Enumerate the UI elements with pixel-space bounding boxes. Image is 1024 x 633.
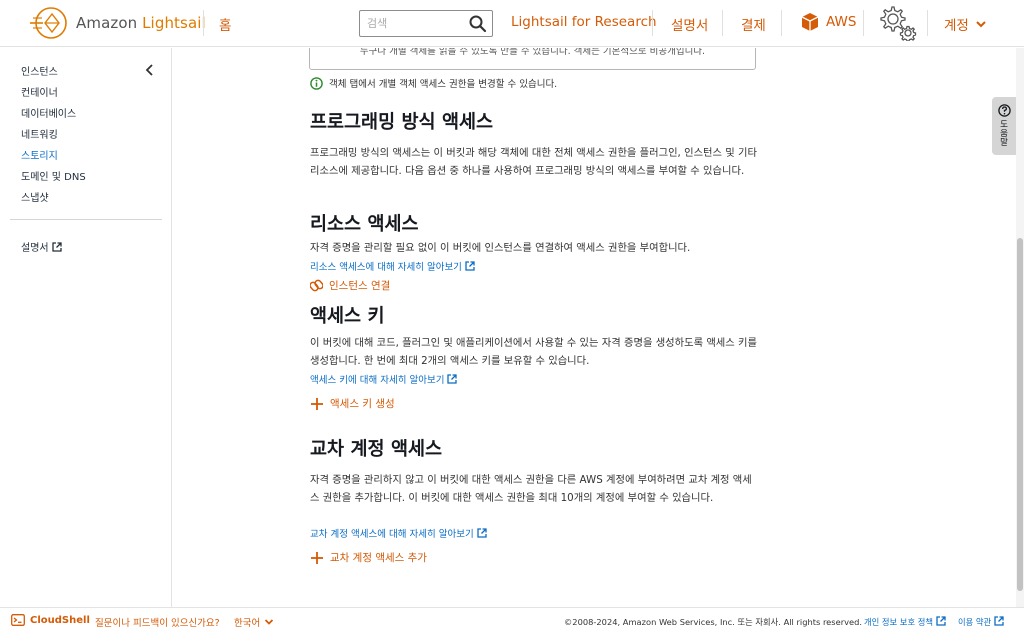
cloudshell-label: CloudShell: [30, 614, 90, 626]
cloudshell-button[interactable]: CloudShell: [11, 614, 90, 626]
privacy-policy-link[interactable]: 개인 정보 보호 정책: [864, 616, 946, 628]
cross-account-access-heading: 교차 계정 액세스: [310, 439, 443, 460]
resource-access-description: 자격 증명을 관리할 필요 없이 이 버킷에 인스턴스를 연결하여 액세스 권한…: [310, 242, 691, 254]
sidebar-item-databases[interactable]: 데이터베이스: [21, 105, 76, 120]
search-input[interactable]: [360, 11, 460, 36]
access-keys-description: 이 버킷에 대해 코드, 플러그인 및 애플리케이션에서 사용할 수 있는 자격…: [310, 337, 757, 367]
search-box[interactable]: [359, 10, 493, 37]
scrollbar-thumb[interactable]: [1017, 238, 1023, 591]
language-selector[interactable]: 한국어: [234, 615, 274, 629]
nav-divider: [781, 10, 782, 36]
programmatic-access-description: 프로그래밍 방식의 액세스는 이 버킷과 해당 객체에 대한 전체 액세스 권한…: [310, 147, 757, 177]
access-keys-learn-link[interactable]: 액세스 키에 대해 자세히 알아보기: [310, 372, 458, 386]
attach-instance-label: 인스턴스 연결: [329, 280, 391, 292]
nav-home[interactable]: 홈: [219, 14, 231, 34]
link-chain-icon: [310, 279, 323, 292]
nav-divider: [652, 10, 653, 36]
plus-icon: [311, 397, 323, 410]
search-icon[interactable]: [468, 14, 487, 33]
sidebar-item-domains-dns[interactable]: 도메인 및 DNS: [21, 168, 86, 183]
help-tab-label: 도움말: [1000, 120, 1008, 148]
external-link-icon: [447, 374, 458, 384]
footer: CloudShell 질문이나 피드백이 있으신가요? 한국어 ©2008-20…: [0, 607, 1024, 633]
account-label: 계정: [944, 18, 969, 34]
info-text: 객체 탭에서 개별 객체 액세스 권한을 변경할 수 있습니다.: [329, 79, 558, 90]
nav-divider: [203, 10, 204, 36]
sidebar-docs-link[interactable]: 설명서: [21, 239, 62, 254]
collapse-sidebar-icon[interactable]: [143, 63, 155, 77]
lightsail-logo[interactable]: Amazon Lightsail: [30, 6, 206, 40]
create-access-key-button[interactable]: 액세스 키 생성: [310, 396, 395, 411]
terms-of-use-link[interactable]: 이용 약관: [958, 616, 1004, 628]
copyright-text: ©2008-2024, Amazon Web Services, Inc. 또는…: [564, 617, 863, 627]
terminal-icon: [11, 614, 25, 626]
lightsail-logo-icon: [30, 7, 67, 39]
external-link-icon: [994, 616, 1004, 626]
chevron-down-icon: [265, 619, 274, 625]
sidebar-item-networking[interactable]: 네트워킹: [21, 126, 58, 141]
sidebar-item-instances[interactable]: 인스턴스: [21, 63, 58, 78]
left-sidebar: 인스턴스 컨테이너 데이터베이스 네트워킹 스토리지 도메인 및 DNS 스냅샷…: [0, 48, 172, 607]
plus-icon: [311, 551, 323, 564]
cross-account-access-description: 자격 증명을 관리하지 않고 이 버킷에 대한 액세스 권한을 다른 AWS 계…: [310, 474, 752, 504]
help-tab[interactable]: 도움말: [992, 97, 1016, 155]
info-icon: [310, 76, 323, 90]
nav-docs[interactable]: 설명서: [671, 14, 708, 34]
access-keys-heading: 액세스 키: [310, 306, 385, 327]
info-message: 객체 탭에서 개별 객체 액세스 권한을 변경할 수 있습니다.: [310, 76, 557, 90]
feedback-link[interactable]: 질문이나 피드백이 있으신가요?: [95, 615, 220, 629]
external-link-icon: [465, 261, 475, 271]
help-question-icon: [998, 104, 1011, 117]
external-link-icon: [936, 616, 946, 626]
external-link-icon: [477, 528, 487, 538]
attach-instance-button[interactable]: 인스턴스 연결: [310, 278, 390, 293]
settings-gear-icon[interactable]: [879, 5, 917, 41]
add-cross-account-button[interactable]: 교차 계정 액세스 추가: [310, 550, 427, 565]
resource-access-heading: 리소스 액세스: [310, 214, 419, 235]
sidebar-item-containers[interactable]: 컨테이너: [21, 84, 58, 99]
resource-access-learn-link[interactable]: 리소스 액세스에 대해 자세히 알아보기: [310, 259, 475, 273]
nav-aws-label: AWS: [826, 14, 857, 30]
account-menu[interactable]: 계정: [944, 14, 987, 34]
cross-account-learn-link[interactable]: 교차 계정 액세스에 대해 자세히 알아보기: [310, 526, 487, 540]
object-access-notice-box: 누구나 개별 객체를 읽을 수 있도록 만들 수 있습니다. 객체는 기본적으로…: [309, 48, 756, 70]
logo-wordmark: Amazon Lightsail: [76, 14, 206, 32]
aws-cube-icon: [801, 13, 819, 31]
nav-lightsail-for-research[interactable]: Lightsail for Research: [511, 14, 657, 30]
sidebar-item-storage[interactable]: 스토리지: [21, 147, 58, 162]
nav-divider: [927, 10, 928, 36]
main-content: 누구나 개별 객체를 읽을 수 있도록 만들 수 있습니다. 객체는 기본적으로…: [173, 48, 993, 607]
top-navigation: Amazon Lightsail 홈 Lightsail for Researc…: [0, 0, 1024, 47]
sidebar-item-snapshots[interactable]: 스냅샷: [21, 189, 49, 204]
chevron-down-icon: [976, 21, 986, 28]
sidebar-divider: [10, 219, 162, 220]
external-link-icon: [51, 242, 62, 252]
nav-billing[interactable]: 결제: [741, 14, 766, 34]
nav-aws[interactable]: AWS: [800, 12, 856, 32]
nav-divider: [863, 10, 864, 36]
add-cross-account-label: 교차 계정 액세스 추가: [330, 552, 427, 564]
notice-text: 누구나 개별 객체를 읽을 수 있도록 만들 수 있습니다. 객체는 기본적으로…: [359, 48, 706, 57]
programmatic-access-heading: 프로그래밍 방식 액세스: [310, 112, 494, 133]
nav-divider: [722, 10, 723, 36]
create-access-key-label: 액세스 키 생성: [330, 398, 395, 410]
